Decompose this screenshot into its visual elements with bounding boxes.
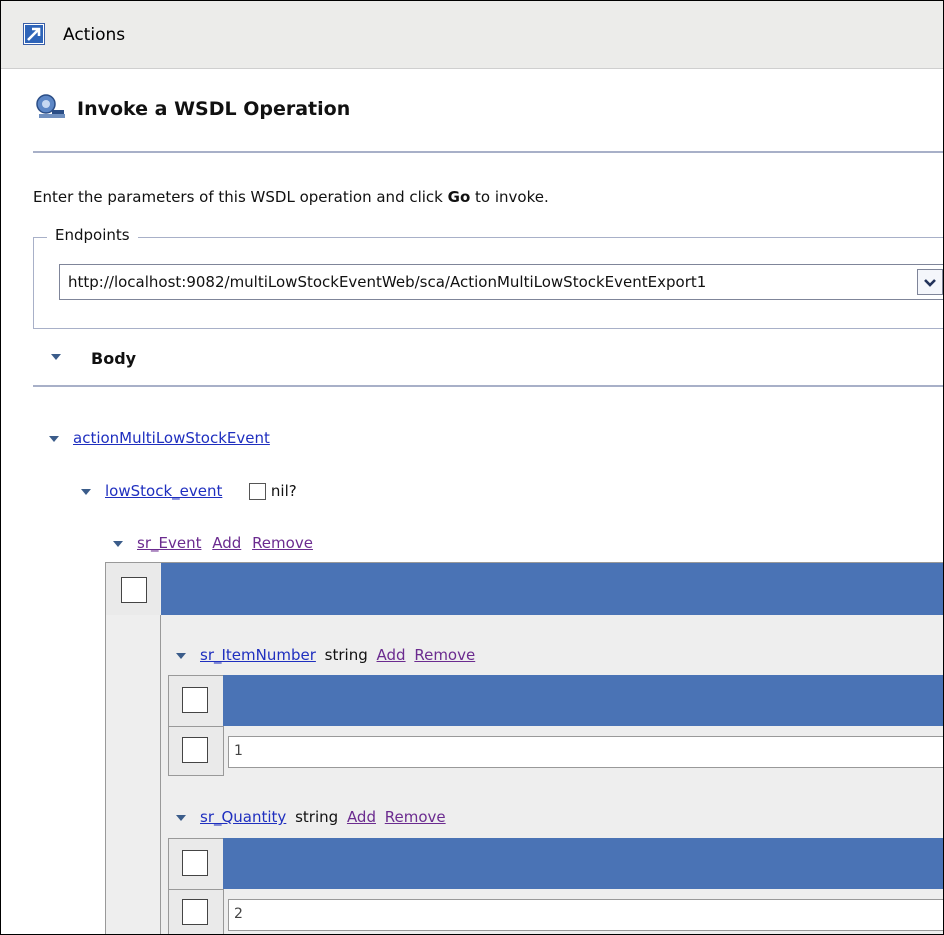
title-bar-label: Actions xyxy=(63,25,126,45)
tree-node-sr-quantity: sr_Quantity string Add Remove xyxy=(176,808,446,826)
tree-node-operation: actionMultiLowStockEvent xyxy=(49,429,270,447)
endpoint-dropdown-button[interactable] xyxy=(917,269,943,295)
column-divider xyxy=(160,615,161,934)
divider xyxy=(33,151,943,153)
collapse-triangle-icon[interactable] xyxy=(81,488,91,495)
intro-prefix: Enter the parameters of this WSDL operat… xyxy=(33,188,448,206)
intro-suffix: to invoke. xyxy=(470,188,549,206)
chevron-down-icon xyxy=(924,279,936,287)
intro-text: Enter the parameters of this WSDL operat… xyxy=(33,188,549,206)
table-header-bar xyxy=(223,675,943,726)
operation-link[interactable]: actionMultiLowStockEvent xyxy=(73,429,270,447)
sr-event-link[interactable]: sr_Event xyxy=(137,534,201,552)
row-select-checkbox[interactable] xyxy=(182,687,208,713)
sr-itemnumber-add-link[interactable]: Add xyxy=(377,646,406,664)
collapse-triangle-icon[interactable] xyxy=(176,652,186,659)
tree-node-lowstock-event: lowStock_event nil? xyxy=(81,482,297,500)
quantity-value-input[interactable]: 2 xyxy=(228,899,943,931)
collapse-triangle-icon[interactable] xyxy=(49,435,59,442)
row-select-checkbox[interactable] xyxy=(121,577,147,603)
row-select-checkbox[interactable] xyxy=(182,899,208,925)
sr-itemnumber-remove-link[interactable]: Remove xyxy=(414,646,475,664)
sr-itemnumber-link[interactable]: sr_ItemNumber xyxy=(200,646,316,664)
tree-node-sr-itemnumber: sr_ItemNumber string Add Remove xyxy=(176,646,475,664)
sr-quantity-link[interactable]: sr_Quantity xyxy=(200,808,286,826)
divider xyxy=(33,385,943,387)
quantity-value: 2 xyxy=(234,906,243,922)
nil-checkbox[interactable] xyxy=(249,483,267,500)
endpoint-select[interactable]: http://localhost:9082/multiLowStockEvent… xyxy=(59,264,943,300)
actions-window: Actions Invoke a WSDL Operation Enter th… xyxy=(0,0,944,935)
collapse-triangle-icon[interactable] xyxy=(113,540,123,547)
sr-event-remove-link[interactable]: Remove xyxy=(252,534,313,552)
title-bar: Actions xyxy=(1,1,943,69)
table-header-bar xyxy=(161,563,943,615)
sr-itemnumber-type: string xyxy=(324,646,368,664)
body-section-label: Body xyxy=(91,349,137,368)
collapse-triangle-icon[interactable] xyxy=(176,814,186,821)
endpoint-select-value: http://localhost:9082/multiLowStockEvent… xyxy=(68,273,707,291)
table-header-bar xyxy=(223,838,943,889)
nil-label: nil? xyxy=(270,482,297,500)
page-title: Invoke a WSDL Operation xyxy=(77,98,351,120)
actions-arrow-icon xyxy=(23,23,45,45)
row-select-checkbox[interactable] xyxy=(182,850,208,876)
collapse-triangle-icon[interactable] xyxy=(51,354,61,360)
sr-event-add-link[interactable]: Add xyxy=(212,534,241,552)
endpoints-legend: Endpoints xyxy=(47,226,138,244)
sr-quantity-add-link[interactable]: Add xyxy=(347,808,376,826)
lowstock-event-link[interactable]: lowStock_event xyxy=(105,482,222,500)
itemnumber-value-input[interactable]: 1 xyxy=(228,736,943,768)
wsdl-operation-icon xyxy=(36,94,65,118)
intro-go: Go xyxy=(447,188,471,206)
itemnumber-value: 1 xyxy=(234,743,243,759)
sr-quantity-type: string xyxy=(295,808,339,826)
sr-event-table: sr_ItemNumber string Add Remove 1 sr_Qua… xyxy=(105,562,943,934)
sr-quantity-remove-link[interactable]: Remove xyxy=(385,808,446,826)
row-select-checkbox[interactable] xyxy=(182,737,208,763)
tree-node-sr-event: sr_Event Add Remove xyxy=(113,534,313,552)
